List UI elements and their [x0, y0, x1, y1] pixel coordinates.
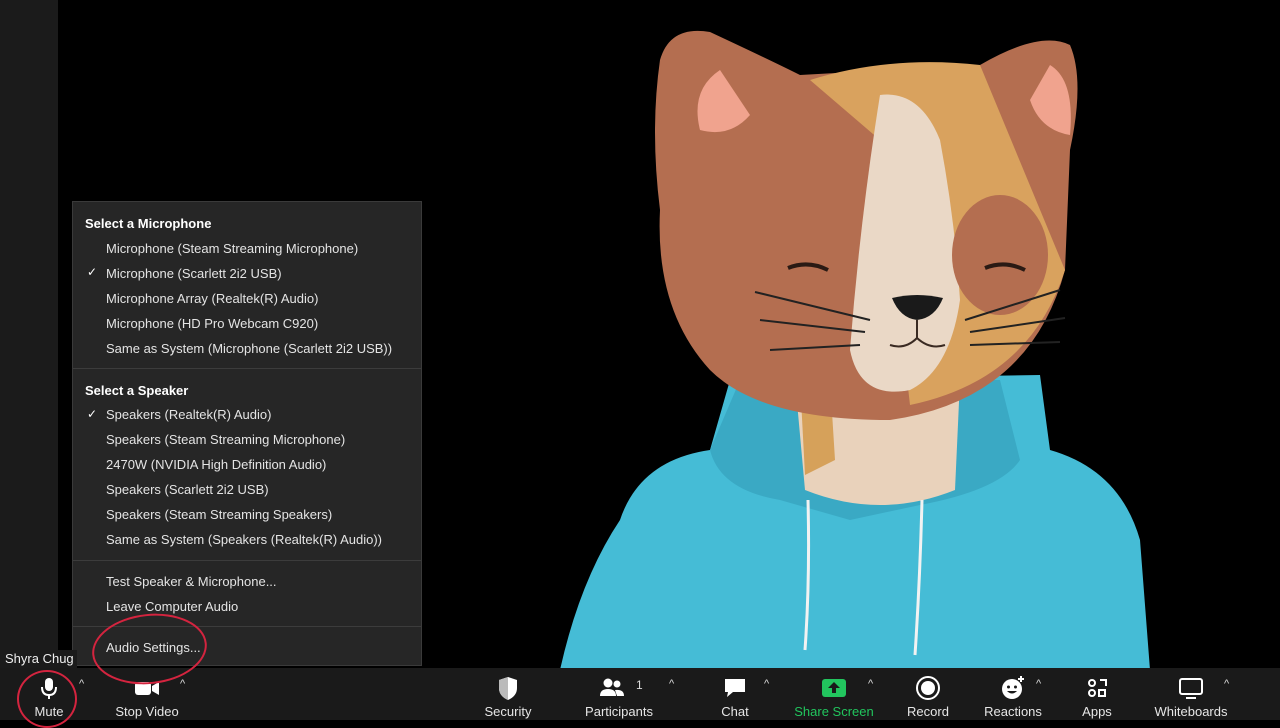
stop-video-button[interactable]: Stop Video	[108, 668, 186, 720]
microphone-option-realtek-array[interactable]: Microphone Array (Realtek(R) Audio)	[106, 291, 318, 306]
chat-button[interactable]: Chat	[712, 668, 758, 720]
security-button[interactable]: Security	[478, 668, 538, 720]
reactions-emoji-icon	[1002, 676, 1024, 699]
microphone-option-steam[interactable]: Microphone (Steam Streaming Microphone)	[106, 241, 358, 256]
audio-settings-item[interactable]: Audio Settings...	[106, 640, 201, 655]
menu-divider	[73, 560, 421, 561]
chat-caret-icon[interactable]: ^	[764, 678, 769, 690]
test-speaker-microphone-item[interactable]: Test Speaker & Microphone...	[106, 574, 277, 589]
speaker-option-steam-mic[interactable]: Speakers (Steam Streaming Microphone)	[106, 432, 345, 447]
video-camera-icon	[135, 682, 159, 695]
participants-button[interactable]: 1 Participants	[582, 668, 656, 720]
record-label: Record	[907, 704, 949, 719]
participants-label: Participants	[585, 704, 653, 719]
speaker-option-steam-speakers[interactable]: Speakers (Steam Streaming Speakers)	[106, 507, 332, 522]
menu-divider	[73, 626, 421, 627]
cat-avatar-video	[560, 30, 1150, 668]
share-screen-label: Share Screen	[794, 704, 874, 719]
whiteboards-label: Whiteboards	[1154, 704, 1228, 719]
menu-divider	[73, 368, 421, 369]
reactions-label: Reactions	[984, 704, 1042, 719]
whiteboards-button[interactable]: Whiteboards	[1150, 668, 1232, 720]
participant-name-tag: Shyra Chug	[2, 650, 77, 668]
microphone-option-same-as-system[interactable]: Same as System (Microphone (Scarlett 2i2…	[106, 341, 392, 356]
speaker-option-nvidia[interactable]: 2470W (NVIDIA High Definition Audio)	[106, 457, 326, 472]
participants-icon	[599, 678, 624, 696]
chat-label: Chat	[721, 704, 749, 719]
stop-video-label: Stop Video	[115, 704, 179, 719]
mute-label: Mute	[34, 704, 64, 719]
speaker-option-scarlett[interactable]: Speakers (Scarlett 2i2 USB)	[106, 482, 269, 497]
reactions-caret-icon[interactable]: ^	[1036, 678, 1041, 690]
reactions-button[interactable]: Reactions	[980, 668, 1046, 720]
speaker-selected-check-icon: ✓	[87, 407, 98, 421]
speaker-option-same-as-system[interactable]: Same as System (Speakers (Realtek(R) Aud…	[106, 532, 382, 547]
speaker-heading: Select a Speaker	[85, 383, 189, 398]
microphone-option-webcam[interactable]: Microphone (HD Pro Webcam C920)	[106, 316, 318, 331]
apps-icon	[1088, 679, 1107, 697]
share-screen-icon	[822, 679, 846, 697]
microphone-selected-check-icon: ✓	[87, 265, 98, 279]
microphone-heading: Select a Microphone	[85, 216, 212, 231]
video-stage: Select a Microphone ✓ Microphone (Steam …	[0, 0, 1280, 668]
video-options-caret-icon[interactable]: ^	[180, 678, 185, 690]
microphone-icon	[41, 678, 57, 699]
side-strip	[0, 0, 58, 668]
audio-options-menu: Select a Microphone ✓ Microphone (Steam …	[72, 201, 422, 666]
audio-options-caret-icon[interactable]: ^	[79, 678, 84, 690]
record-icon	[916, 676, 940, 700]
shield-icon	[499, 677, 517, 700]
record-button[interactable]: Record	[900, 668, 956, 720]
share-screen-caret-icon[interactable]: ^	[868, 678, 873, 690]
whiteboards-caret-icon[interactable]: ^	[1224, 678, 1229, 690]
apps-label: Apps	[1082, 704, 1112, 719]
meeting-toolbar: Mute ^ Stop Video ^ Security 1 Participa…	[0, 668, 1280, 720]
microphone-option-scarlett[interactable]: Microphone (Scarlett 2i2 USB)	[106, 266, 282, 281]
speaker-option-realtek[interactable]: Speakers (Realtek(R) Audio)	[106, 407, 271, 422]
security-label: Security	[484, 704, 532, 719]
whiteboard-icon	[1179, 678, 1203, 699]
apps-button[interactable]: Apps	[1072, 668, 1122, 720]
share-screen-button[interactable]: Share Screen	[792, 668, 876, 720]
leave-computer-audio-item[interactable]: Leave Computer Audio	[106, 599, 238, 614]
mute-button[interactable]: Mute	[20, 668, 78, 720]
chat-bubble-icon	[725, 679, 745, 697]
participants-caret-icon[interactable]: ^	[669, 678, 674, 690]
participants-count: 1	[636, 678, 643, 692]
